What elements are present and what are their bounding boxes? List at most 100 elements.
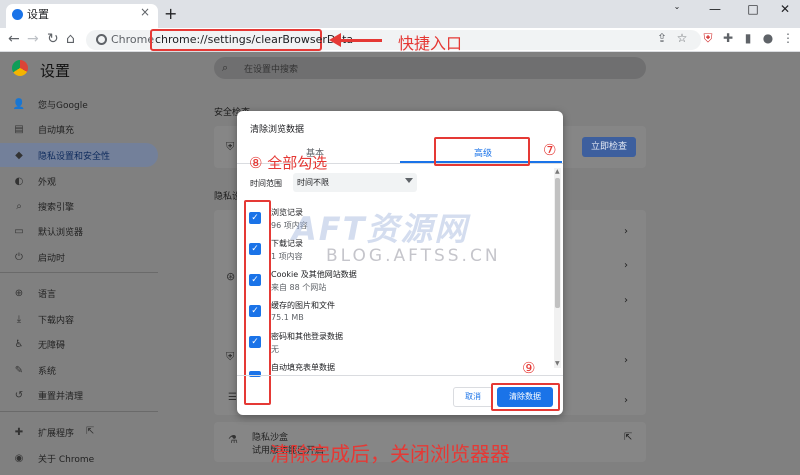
forward-arrow-icon[interactable]: → <box>27 31 39 47</box>
open-external-icon[interactable]: ⇱ <box>86 426 94 437</box>
annotation-arrow-head <box>329 33 341 47</box>
sidebar-item[interactable]: ✎ 系统 <box>0 358 158 382</box>
tab-title: 设置 <box>27 8 49 21</box>
data-type-label: 缓存的图片和文件 <box>271 301 335 310</box>
annotation-advanced-box <box>434 137 530 166</box>
sidebar-item[interactable]: ♿ 无障碍 <box>0 332 158 356</box>
menu-dots-icon[interactable]: ⋮ <box>780 31 796 45</box>
data-type-label: 自动填充表单数据 <box>271 363 335 372</box>
tab-close-icon[interactable]: × <box>140 5 150 19</box>
chevron-right-icon[interactable]: › <box>624 355 628 366</box>
sidebar-item-label: 无障碍 <box>38 340 66 351</box>
chevron-right-icon[interactable]: › <box>624 295 628 306</box>
chevron-down-icon[interactable]: ⌄ <box>662 2 692 11</box>
settings-gear-icon <box>12 9 23 20</box>
time-range-select[interactable]: 时间不限 <box>293 173 417 192</box>
clipboard-icon: ▤ <box>14 123 24 135</box>
dropdown-caret-icon <box>405 178 413 183</box>
side-panel-icon[interactable]: ▮ <box>740 31 756 45</box>
sidebar-item-label: 重置并清理 <box>38 391 84 402</box>
sidebar-item[interactable]: ⊕ 语言 <box>0 281 158 305</box>
accessibility-icon: ♿ <box>14 338 24 350</box>
power-icon: ⏻ <box>15 251 23 263</box>
annotation-arrow <box>338 39 382 42</box>
sidebar-item-label: 外观 <box>38 177 57 188</box>
sidebar-item[interactable]: ▭ 默认浏览器 <box>0 219 158 243</box>
annotation-bottom: 清除完成后，关闭浏览器器 <box>270 442 510 466</box>
bookmark-star-icon[interactable]: ☆ <box>674 31 690 45</box>
sidebar-item[interactable]: ◆ 隐私设置和安全性 <box>0 143 158 167</box>
data-type-detail: 来自 88 个网站 <box>271 283 327 292</box>
chevron-right-icon[interactable]: › <box>624 260 628 271</box>
palette-icon: ◐ <box>14 175 24 187</box>
browser-icon: ▭ <box>14 225 24 237</box>
sidebar-item[interactable]: ⏻ 启动时 <box>0 245 158 269</box>
annotation-clear-box <box>491 383 560 411</box>
close-window-button[interactable]: ✕ <box>770 2 800 16</box>
reset-icon: ↺ <box>14 389 24 401</box>
extensions-puzzle-icon[interactable]: ✚ <box>720 31 736 45</box>
sidebar-item[interactable]: ✚ 扩展程序 <box>0 420 158 444</box>
download-icon: ⤓ <box>16 313 22 325</box>
sidebar-item-label: 您与Google <box>38 100 88 111</box>
data-type-label: 密码和其他登录数据 <box>271 332 343 341</box>
data-type-label: Cookie 及其他网站数据 <box>271 270 357 279</box>
shield-icon: ◆ <box>15 149 23 161</box>
minimize-button[interactable]: — <box>700 2 730 16</box>
annotation-shortcut-entry: 快捷入口 <box>398 34 463 53</box>
home-icon[interactable]: ⌂ <box>66 31 75 47</box>
shield-check-icon: ⛨ <box>226 140 235 153</box>
dialog-title: 清除浏览数据 <box>250 125 305 135</box>
open-external-icon[interactable]: ⇱ <box>624 432 632 443</box>
time-range-label: 时间范围 <box>250 179 282 188</box>
chevron-right-icon[interactable]: › <box>624 226 628 237</box>
scroll-up-icon[interactable]: ▲ <box>555 168 560 175</box>
check-now-button[interactable]: 立即检查 <box>582 137 636 157</box>
watermark-url: BLOG.AFTSS.CN <box>326 246 501 266</box>
shield-icon: ⛨ <box>226 350 235 363</box>
data-type-detail: 1 项内容 <box>271 252 303 261</box>
scroll-down-icon[interactable]: ▼ <box>555 360 560 367</box>
maximize-button[interactable]: □ <box>738 2 768 16</box>
reload-icon[interactable]: ↻ <box>47 31 59 47</box>
puzzle-icon: ✚ <box>14 426 24 438</box>
share-icon[interactable]: ⇪ <box>654 31 670 45</box>
globe-icon: ⊕ <box>14 287 24 299</box>
sidebar-item-label: 关于 Chrome <box>38 454 95 465</box>
new-tab-button[interactable]: + <box>164 4 177 23</box>
sidebar-item-label: 下载内容 <box>38 315 75 326</box>
sidebar-item-label: 语言 <box>38 289 57 300</box>
sidebar-item[interactable]: ◉ 关于 Chrome <box>0 446 158 470</box>
page-title: 设置 <box>40 62 71 80</box>
person-icon: 👤 <box>12 98 26 110</box>
back-arrow-icon[interactable]: ← <box>8 31 20 47</box>
sidebar-item-label: 扩展程序 <box>38 428 75 439</box>
dialog-footer-divider <box>237 375 563 376</box>
sidebar-divider <box>0 411 158 412</box>
scrollbar-thumb[interactable] <box>555 178 560 308</box>
sidebar-item[interactable]: 👤 您与Google <box>0 92 158 116</box>
chevron-right-icon[interactable]: › <box>624 395 628 406</box>
search-placeholder: 在设置中搜索 <box>244 65 299 75</box>
cancel-button[interactable]: 取消 <box>453 387 493 407</box>
sidebar-item[interactable]: ▤ 自动填充 <box>0 117 158 141</box>
search-icon: ⌕ <box>16 200 22 212</box>
cookie-icon: ⊛ <box>226 270 236 283</box>
sidebar-item-label: 搜索引擎 <box>38 202 75 213</box>
sidebar-divider <box>0 272 158 273</box>
chrome-icon <box>96 34 107 45</box>
data-type-detail: 75.1 MB <box>271 313 304 322</box>
wrench-icon: ✎ <box>14 364 24 376</box>
extension-shield-icon[interactable]: ⛨ <box>700 31 716 46</box>
url-text[interactable]: chrome://settings/clearBrowserData <box>150 29 353 51</box>
annotation-step9: ⑨ <box>522 359 536 377</box>
profile-avatar-icon[interactable]: ● <box>760 31 776 45</box>
sidebar-item-label: 隐私设置和安全性 <box>38 151 111 162</box>
chrome-logo-icon <box>12 60 28 76</box>
annotation-step7: ⑦ <box>543 141 557 159</box>
sidebar-item[interactable]: ◐ 外观 <box>0 169 158 193</box>
settings-tune-icon: ☰ <box>228 392 237 403</box>
sidebar-item[interactable]: ⤓ 下载内容 <box>0 307 158 331</box>
sidebar-item[interactable]: ⌕ 搜索引擎 <box>0 194 158 218</box>
sidebar-item[interactable]: ↺ 重置并清理 <box>0 383 158 407</box>
